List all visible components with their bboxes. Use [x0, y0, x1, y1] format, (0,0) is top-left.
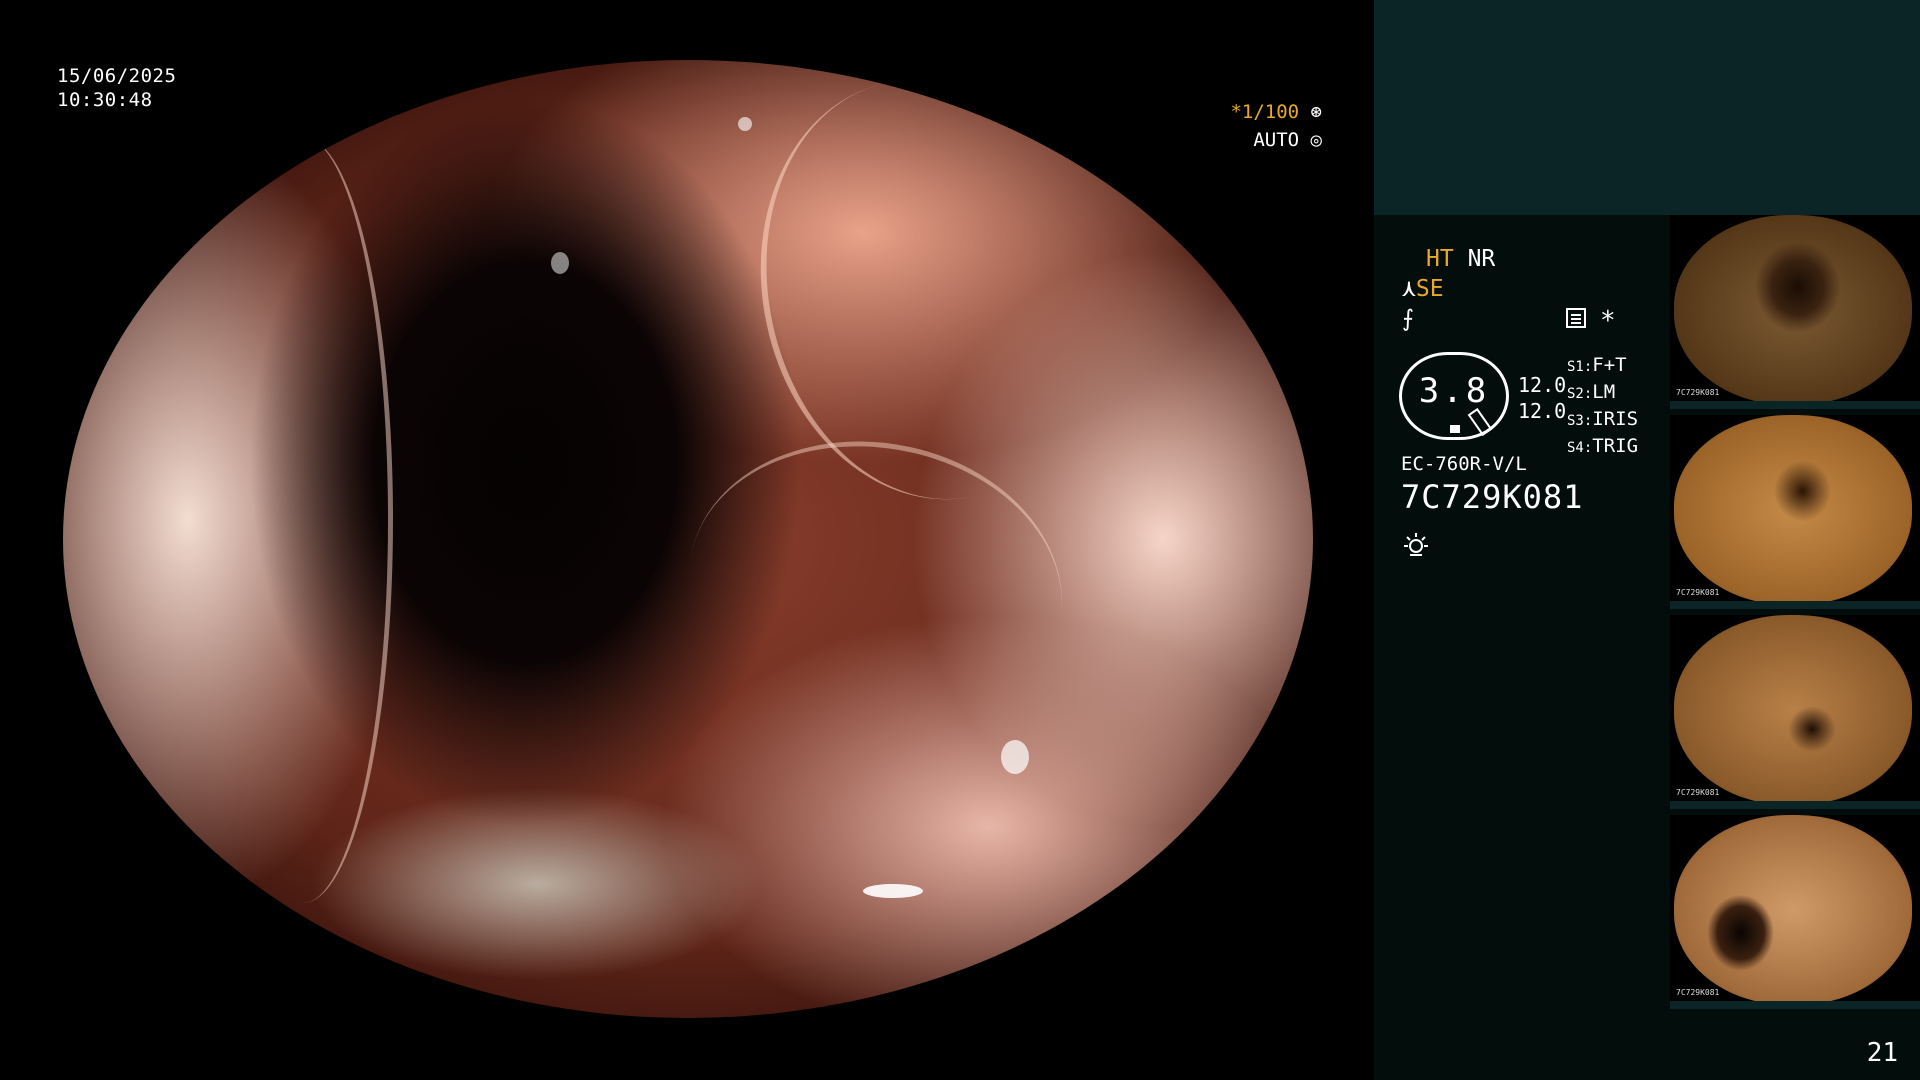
captured-images: 7C729K081 7C729K081 7C729K081 7C729K081 [1670, 215, 1920, 1009]
thumbnail-caption: 7C729K081 [1676, 788, 1720, 797]
asterisk-indicator: * [1600, 306, 1616, 336]
thumbnail[interactable]: 7C729K081 [1670, 615, 1920, 809]
mode-se: SE [1415, 276, 1444, 302]
light-reflection [738, 117, 752, 132]
switch-assignments: S1:F+T S2:LM S3:IRIS S4:TRIG [1567, 353, 1638, 461]
mode-nr: NR [1467, 246, 1496, 272]
scope-serial: 7C729K081 [1401, 478, 1584, 516]
gauge-value: 3.8 [1418, 371, 1490, 411]
mode-ht: HT [1426, 246, 1454, 272]
scope-model: EC-760R-V/L [1401, 453, 1527, 475]
thumbnail-image [1674, 615, 1912, 805]
info-panel: HT NR ⋏SE ⨍ * 3.8 12.0 12.0 S1:F+T S2:LM… [1374, 0, 1920, 1080]
switch-row: S1:F+T [1567, 354, 1627, 376]
thumbnail-image [1674, 815, 1912, 1005]
datetime-display: 15/06/2025 10:30:48 [57, 64, 176, 112]
pencil-icon [1467, 407, 1493, 437]
mode-row-ht-nr: HT NR [1426, 245, 1495, 273]
exposure-settings: *1/100 ⊛ AUTO ◎ [1226, 98, 1322, 154]
structure-enhance-icon: ⋏ [1402, 276, 1416, 302]
thumbnail-bar [1670, 401, 1920, 409]
zoom-gauge: 3.8 [1399, 352, 1509, 440]
thumbnail-caption: 7C729K081 [1676, 388, 1720, 397]
thumbnail[interactable]: 7C729K081 [1670, 415, 1920, 609]
light-reflection [550, 251, 569, 274]
time-text: 10:30:48 [57, 89, 153, 111]
thumbnail-image [1674, 215, 1912, 405]
thumbnail-caption: 7C729K081 [1676, 588, 1720, 597]
lens-icon [1566, 308, 1586, 328]
switch-row: S3:IRIS [1567, 408, 1639, 430]
gauge-numbers: 12.0 12.0 [1518, 372, 1566, 424]
iris-mode: AUTO [1253, 129, 1300, 151]
gauge-number: 12.0 [1518, 373, 1567, 397]
thumbnail[interactable]: 7C729K081 [1670, 815, 1920, 1009]
mucosa-fold [213, 136, 393, 904]
iris-icon: ◎ [1310, 129, 1322, 151]
shutter-speed: *1/100 [1230, 101, 1300, 123]
switch-row: S2:LM [1567, 381, 1616, 403]
scope-status: HT NR ⋏SE ⨍ * 3.8 12.0 12.0 S1:F+T S2:LM… [1374, 215, 1670, 1080]
light-source-icon [1404, 533, 1428, 556]
thumbnail-image [1674, 415, 1912, 605]
gauge-marker [1450, 425, 1460, 433]
page-number: 21 [1866, 1038, 1898, 1068]
thumbnail-bar [1670, 1001, 1920, 1009]
date-text: 15/06/2025 [57, 65, 177, 87]
mode-row-se: ⋏SE [1402, 275, 1444, 303]
thumbnail-bar [1670, 801, 1920, 809]
aperture-icon: ⊛ [1310, 101, 1322, 123]
gauge-number: 12.0 [1518, 399, 1567, 423]
light-reflection [1000, 740, 1029, 775]
panel-header-area [1374, 0, 1920, 215]
endoscope-live-view: 15/06/2025 10:30:48 *1/100 ⊛ AUTO ◎ [0, 0, 1374, 1080]
enhance-icon: ⨍ [1402, 306, 1414, 332]
endoscope-image [63, 60, 1313, 1018]
switch-row: S4:TRIG [1567, 435, 1639, 457]
thumbnail-bar [1670, 601, 1920, 609]
thumbnail[interactable]: 7C729K081 [1670, 215, 1920, 409]
thumbnail-caption: 7C729K081 [1676, 988, 1720, 997]
light-reflection [863, 883, 923, 898]
